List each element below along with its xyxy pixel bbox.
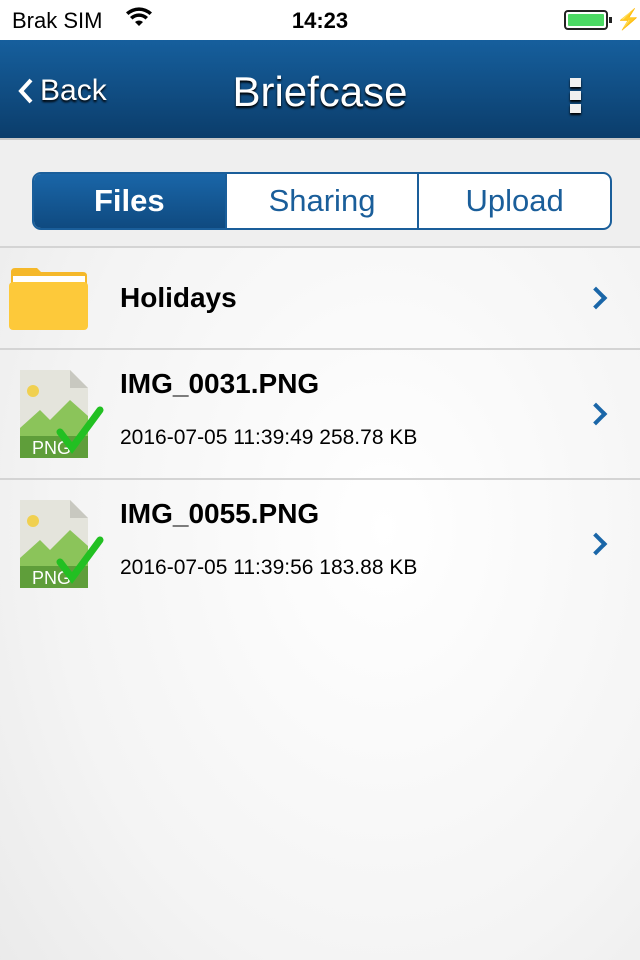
- item-meta: 2016-07-05 11:39:49 258.78 KB: [120, 426, 418, 449]
- list-item-folder[interactable]: Holidays: [0, 246, 640, 348]
- segmented-control: Files Sharing Upload: [32, 172, 612, 230]
- png-file-icon: PNG: [20, 500, 104, 588]
- status-bar: Brak SIM 14:23 ⚡: [0, 0, 640, 40]
- list-item-file[interactable]: PNG IMG_0031.PNG 2016-07-05 11:39:49 258…: [0, 348, 640, 478]
- page-title: Briefcase: [232, 68, 408, 115]
- tab-sharing[interactable]: Sharing: [224, 174, 418, 228]
- clock: 14:23: [291, 8, 349, 33]
- item-name: IMG_0055.PNG: [120, 498, 320, 529]
- battery-icon: [564, 10, 612, 30]
- chevron-right-icon[interactable]: [584, 532, 608, 556]
- tab-upload[interactable]: Upload: [417, 174, 610, 228]
- chevron-right-icon[interactable]: [584, 402, 608, 426]
- item-name: Holidays: [120, 282, 237, 313]
- item-meta: 2016-07-05 11:39:56 183.88 KB: [120, 556, 418, 579]
- item-name: IMG_0031.PNG: [120, 368, 320, 399]
- nav-bar: Back Briefcase: [0, 40, 640, 138]
- list-item-file[interactable]: PNG IMG_0055.PNG 2016-07-05 11:39:56 183…: [0, 478, 640, 608]
- charging-icon: ⚡: [616, 9, 640, 31]
- more-menu-icon[interactable]: [570, 78, 582, 117]
- tab-files[interactable]: Files: [34, 174, 225, 228]
- chevron-right-icon[interactable]: [584, 286, 608, 310]
- tab-bar-area: Files Sharing Upload: [0, 138, 640, 246]
- png-file-icon: PNG: [20, 370, 104, 458]
- folder-icon: [9, 268, 88, 330]
